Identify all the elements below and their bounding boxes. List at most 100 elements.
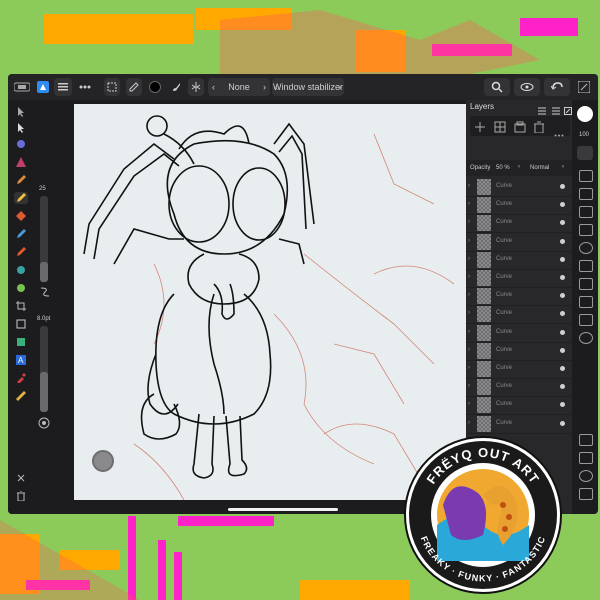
transparency-icon[interactable] [14,264,28,276]
add-pixel-layer-icon[interactable] [494,120,506,138]
crop-icon[interactable] [14,300,28,312]
eraser-icon[interactable] [14,246,28,258]
visibility-toggle[interactable] [560,238,565,244]
layers-studio-icon[interactable] [577,146,593,160]
layer-row[interactable]: › Curve [466,415,572,434]
layer-row[interactable]: › Curve [466,178,572,197]
expand-arrow-icon[interactable]: › [468,201,470,207]
stock-icon[interactable] [579,314,593,326]
text-styles-icon[interactable] [579,260,593,272]
pixel-brush-icon[interactable] [14,228,28,240]
layer-row[interactable]: › Curve [466,233,572,252]
visibility-toggle[interactable] [560,347,565,353]
gradient-icon[interactable] [14,282,28,294]
appearance-icon[interactable] [579,242,593,254]
help-icon[interactable] [579,488,593,500]
symmetry-icon[interactable] [188,78,204,96]
layer-row[interactable]: › Curve [466,378,572,398]
layer-row[interactable]: › Curve [466,360,572,379]
trash-icon[interactable] [534,120,544,138]
ellipsis-icon[interactable] [76,78,94,96]
prev-arrow[interactable]: ‹ [518,164,520,170]
grid-icon[interactable] [579,434,593,446]
expand-arrow-icon[interactable]: › [468,310,470,316]
brushes-icon[interactable] [579,170,593,182]
close-icon[interactable] [14,472,28,484]
selection-icon[interactable] [104,78,120,96]
trash-icon[interactable] [14,490,28,502]
stabilizer-selector[interactable]: ‹ Window stabilizer › [272,78,344,96]
help-icon[interactable] [576,78,592,96]
visibility-toggle[interactable] [560,402,565,408]
expand-arrow-icon[interactable]: › [468,274,470,280]
ruler-icon[interactable] [14,390,28,402]
layer-row[interactable]: › Curve [466,342,572,361]
expand-arrow-icon[interactable]: › [468,292,470,298]
stroke-icon[interactable] [579,188,593,200]
expand-arrow-icon[interactable]: › [468,401,470,407]
affinity-designer-icon[interactable] [36,78,50,96]
visibility-toggle[interactable] [560,311,565,317]
visibility-toggle[interactable] [560,329,565,335]
expand-arrow-icon[interactable]: › [468,238,470,244]
add-group-icon[interactable] [514,120,526,138]
prev-arrow[interactable]: ‹ [275,82,278,92]
layer-row[interactable]: › Curve [466,287,572,307]
expand-arrow-icon[interactable]: › [468,347,470,353]
color-swatch[interactable] [148,78,162,96]
next-arrow[interactable]: › [338,82,341,92]
visibility-toggle[interactable] [560,420,565,426]
expand-arrow-icon[interactable]: › [468,183,470,189]
blend-mode[interactable]: Normal [530,165,549,171]
brush-icon[interactable] [168,78,184,96]
fx-icon[interactable] [579,224,593,236]
studio-toggle-icon[interactable] [12,78,32,96]
eyedropper-icon[interactable] [14,372,28,384]
layer-row[interactable]: › Curve [466,396,572,416]
opacity-value[interactable]: 50 % [496,165,510,171]
brush-preset-selector[interactable]: ‹ None › [208,78,270,96]
opacity-slider[interactable] [40,326,48,412]
add-layer-icon[interactable] [474,120,486,138]
expand-arrow-icon[interactable]: › [468,420,470,426]
corner-tool-icon[interactable] [14,138,28,150]
pencil-icon[interactable] [126,78,142,96]
color-wheel-icon[interactable] [577,106,593,122]
pencil-tool-icon[interactable] [14,174,28,186]
visibility-toggle[interactable] [560,275,565,280]
navigator-icon[interactable] [579,332,593,344]
zoom-icon[interactable] [484,78,510,96]
expand-arrow-icon[interactable]: › [468,256,470,262]
visibility-toggle[interactable] [560,256,565,262]
expand-arrow-icon[interactable]: › [468,329,470,335]
more-options-icon[interactable] [554,124,564,142]
visibility-toggle[interactable] [560,202,565,208]
color-picker-button[interactable] [92,450,114,472]
layer-row[interactable]: › Curve [466,251,572,270]
layer-row[interactable]: › Curve [466,196,572,216]
layer-row[interactable]: › Curve [466,214,572,234]
rectangle-tool-icon[interactable] [14,318,28,330]
next-arrow[interactable]: › [263,82,266,92]
transform-icon[interactable] [579,206,593,218]
layer-row[interactable]: › Curve [466,269,572,288]
target-icon[interactable] [38,416,50,434]
expand-arrow-icon[interactable]: › [468,365,470,371]
layer-row[interactable]: › Curve [466,324,572,343]
history-icon[interactable] [579,470,593,482]
expand-arrow-icon[interactable]: › [468,219,470,225]
hamburger-icon[interactable] [54,78,72,96]
text-tool-icon[interactable]: A [14,354,28,366]
snapping-icon[interactable] [579,452,593,464]
move-tool-icon[interactable] [14,106,28,118]
expand-arrow-icon[interactable]: › [468,383,470,389]
visibility-toggle[interactable] [560,293,565,299]
assets-icon[interactable] [579,296,593,308]
undo-icon[interactable] [544,78,570,96]
character-icon[interactable] [579,278,593,290]
next-arrow[interactable]: › [562,164,564,170]
visibility-toggle[interactable] [560,384,565,390]
node-tool-icon[interactable] [14,122,28,134]
prev-arrow[interactable]: ‹ [212,82,215,92]
shape-tool-icon[interactable] [14,336,28,348]
